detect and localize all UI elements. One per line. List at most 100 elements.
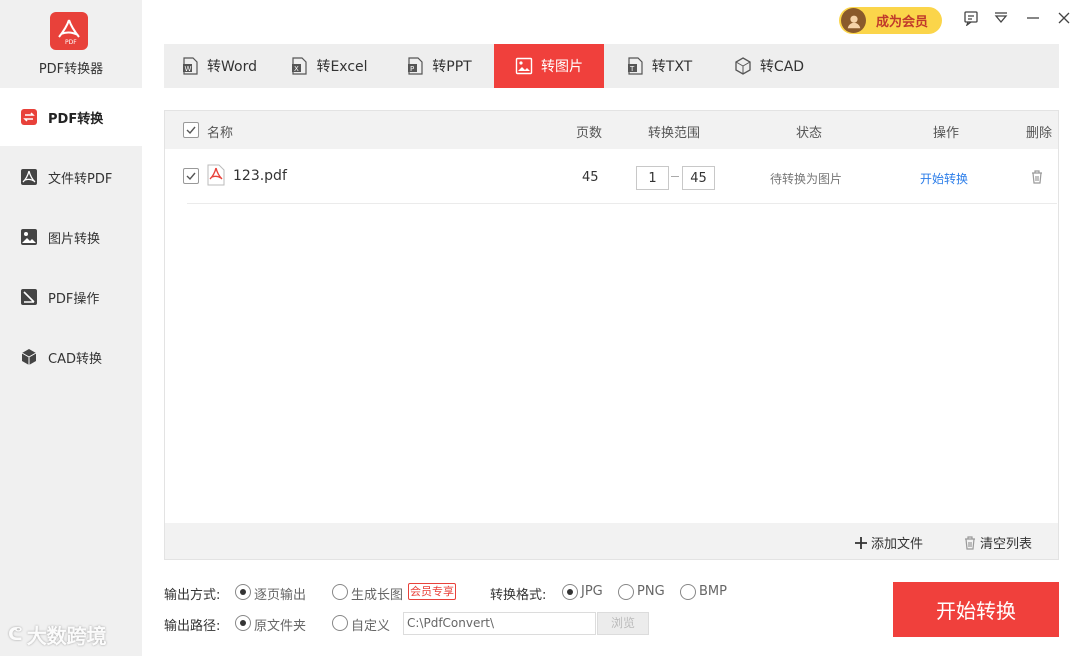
watermark: ᕦ 大数跨境 bbox=[8, 620, 107, 649]
word-icon: W bbox=[181, 57, 199, 75]
start-convert-link[interactable]: 开始转换 bbox=[920, 170, 968, 187]
table-footer: 添加文件 清空列表 bbox=[165, 523, 1058, 559]
format-label: 转换格式: bbox=[490, 588, 547, 603]
file-name: 123.pdf bbox=[233, 168, 287, 184]
tab-label: 转TXT bbox=[651, 59, 693, 75]
plus-icon bbox=[855, 536, 867, 549]
app-name: PDF转换器 bbox=[38, 62, 104, 77]
select-all-checkbox[interactable] bbox=[183, 122, 199, 138]
browse-button[interactable]: 浏览 bbox=[597, 612, 649, 635]
header-status: 状态 bbox=[796, 126, 823, 141]
txt-icon: T bbox=[626, 57, 644, 75]
edit-icon bbox=[20, 288, 38, 306]
range-to-input[interactable]: 45 bbox=[682, 166, 715, 190]
format-jpg-label: JPG bbox=[581, 584, 603, 599]
svg-text:P: P bbox=[410, 65, 414, 73]
feedback-icon[interactable] bbox=[961, 8, 981, 28]
image-icon bbox=[20, 228, 38, 246]
table-row: 123.pdf 45 1 45 待转换为图片 开始转换 bbox=[165, 149, 1058, 203]
image-icon bbox=[515, 57, 533, 75]
sidebar-item-cad-convert[interactable]: CAD转换 bbox=[0, 328, 142, 386]
file-pages: 45 bbox=[582, 170, 599, 185]
cad-icon bbox=[734, 57, 752, 75]
format-bmp-radio[interactable] bbox=[680, 584, 696, 600]
svg-text:T: T bbox=[629, 65, 635, 73]
output-mode-long-image-radio[interactable] bbox=[332, 584, 348, 600]
close-icon[interactable] bbox=[1054, 8, 1074, 28]
minimize-icon[interactable] bbox=[1023, 8, 1043, 28]
clear-list-label: 清空列表 bbox=[980, 537, 1033, 552]
range-dash bbox=[671, 176, 679, 177]
become-member-label: 成为会员 bbox=[876, 15, 929, 30]
path-original-folder-label: 原文件夹 bbox=[254, 619, 307, 634]
cube-icon bbox=[20, 348, 38, 366]
check-icon bbox=[186, 126, 196, 135]
svg-text:PDF: PDF bbox=[65, 39, 77, 46]
output-path-label: 输出路径: bbox=[164, 619, 221, 634]
file-table: 名称 页数 转换范围 状态 操作 删除 123.pdf 45 1 45 待转换为… bbox=[164, 110, 1059, 560]
output-mode-per-page-radio[interactable] bbox=[235, 584, 251, 600]
sidebar-item-label: PDF转换 bbox=[48, 111, 104, 127]
format-png-radio[interactable] bbox=[618, 584, 634, 600]
trash-icon bbox=[965, 535, 975, 550]
excel-icon: X bbox=[290, 57, 308, 75]
tab-label: 转图片 bbox=[541, 59, 583, 75]
ppt-icon: P bbox=[406, 57, 424, 75]
tab-label: 转Excel bbox=[316, 59, 368, 75]
menu-dropdown-icon[interactable] bbox=[991, 8, 1011, 28]
tab-to-cad[interactable]: 转CAD bbox=[714, 44, 824, 88]
tab-label: 转PPT bbox=[432, 59, 472, 75]
sidebar-item-file-to-pdf[interactable]: 文件转PDF bbox=[0, 148, 142, 206]
format-png-label: PNG bbox=[637, 584, 665, 599]
tab-to-image[interactable]: 转图片 bbox=[494, 44, 604, 88]
add-file-button[interactable]: 添加文件 bbox=[853, 533, 923, 552]
sidebar-item-label: 图片转换 bbox=[48, 231, 101, 247]
tab-label: 转Word bbox=[207, 59, 257, 75]
app-logo: PDF bbox=[50, 12, 88, 50]
pdf-file-icon bbox=[207, 164, 225, 186]
vip-only-badge: 会员专享 bbox=[408, 583, 456, 600]
tab-to-ppt[interactable]: P 转PPT bbox=[384, 44, 494, 88]
add-file-label: 添加文件 bbox=[871, 537, 924, 552]
tab-to-word[interactable]: W 转Word bbox=[164, 44, 274, 88]
format-jpg-radio[interactable] bbox=[562, 584, 578, 600]
avatar bbox=[841, 8, 866, 33]
output-mode-label: 输出方式: bbox=[164, 588, 221, 603]
header-delete: 删除 bbox=[1026, 126, 1053, 141]
output-mode-long-image-label: 生成长图 bbox=[351, 588, 404, 603]
header-range: 转换范围 bbox=[648, 126, 701, 141]
path-original-folder-radio[interactable] bbox=[235, 615, 251, 631]
become-member-button[interactable]: 成为会员 bbox=[839, 7, 942, 34]
range-from-input[interactable]: 1 bbox=[636, 166, 669, 190]
output-mode-per-page-label: 逐页输出 bbox=[254, 588, 307, 603]
table-header: 名称 页数 转换范围 状态 操作 删除 bbox=[165, 111, 1058, 149]
header-action: 操作 bbox=[933, 126, 960, 141]
sidebar-item-label: 文件转PDF bbox=[48, 171, 113, 187]
path-custom-radio[interactable] bbox=[332, 615, 348, 631]
row-checkbox[interactable] bbox=[183, 168, 199, 184]
header-name: 名称 bbox=[207, 126, 234, 141]
svg-text:W: W bbox=[185, 65, 192, 73]
tab-label: 转CAD bbox=[759, 59, 805, 75]
tab-to-excel[interactable]: X 转Excel bbox=[274, 44, 384, 88]
svg-text:X: X bbox=[294, 65, 299, 73]
trash-icon[interactable] bbox=[1029, 169, 1045, 185]
sidebar-item-image-convert[interactable]: 图片转换 bbox=[0, 208, 142, 266]
pdf-logo-icon: PDF bbox=[58, 19, 80, 46]
sidebar: PDF PDF转换器 PDF转换 文件转PDF 图片转换 PDF操作 CAD转换… bbox=[0, 0, 142, 656]
watermark-logo-icon: ᕦ bbox=[8, 624, 23, 645]
sidebar-item-pdf-convert[interactable]: PDF转换 bbox=[0, 88, 142, 146]
format-bmp-label: BMP bbox=[699, 584, 727, 599]
sidebar-item-label: CAD转换 bbox=[48, 351, 102, 367]
file-status: 待转换为图片 bbox=[770, 172, 843, 186]
path-custom-label: 自定义 bbox=[351, 619, 391, 634]
convert-icon bbox=[20, 108, 38, 126]
check-icon bbox=[186, 172, 196, 181]
pdf-icon bbox=[20, 168, 38, 186]
sidebar-item-pdf-operations[interactable]: PDF操作 bbox=[0, 268, 142, 326]
clear-list-button[interactable]: 清空列表 bbox=[962, 533, 1032, 552]
row-divider bbox=[187, 203, 1057, 204]
tab-to-txt[interactable]: T 转TXT bbox=[604, 44, 714, 88]
output-path-input[interactable]: C:\PdfConvert\ bbox=[403, 612, 596, 635]
start-convert-button[interactable]: 开始转换 bbox=[893, 582, 1059, 637]
